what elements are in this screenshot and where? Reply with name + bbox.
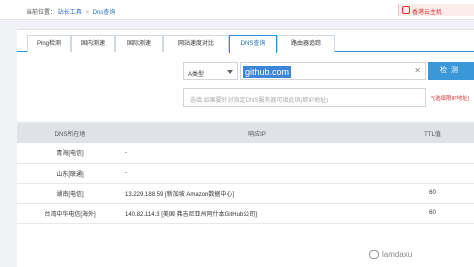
cell-ip: 13.229.188.59 [新加坡 Amazon数据中心] — [123, 183, 391, 204]
dns-server-placeholder: 选填,如果要针对指定DNS服务器可填此项(即IP地址) — [190, 98, 329, 104]
breadcrumb-home-link[interactable]: 站长工具 — [58, 10, 82, 16]
top-bar: 当前位置： 站长工具 > Dns查询 香港云主机 — [0, 0, 474, 20]
record-type-select[interactable]: A类型 — [183, 62, 238, 80]
results-table-wrapper: DNS所在地 响应IP TTL值 青海[电信] - 山东[联通] - 湖南[电信… — [17, 123, 474, 267]
table-row: 湖南[电信] 13.229.188.59 [新加坡 Amazon数据中心] 60 — [17, 183, 474, 204]
cell-ttl — [391, 143, 474, 164]
tab-international-speed[interactable]: 国际测速 — [115, 35, 163, 52]
tab-domestic-speed[interactable]: 国内测速 — [71, 35, 115, 52]
table-header-row: DNS所在地 响应IP TTL值 — [17, 123, 474, 143]
table-row: 台湾中华电信[海外] 140.82.114.3 [美国 弗吉尼亚州阿什本GitH… — [17, 203, 474, 224]
check-button[interactable]: 检测 — [428, 62, 474, 80]
tab-bar: Ping检测 国内测速 国际测速 网站速度对比 DNS查询 路由器追踪 — [17, 35, 474, 53]
cell-location: 山东[联通] — [17, 163, 123, 184]
wechat-icon — [369, 250, 379, 259]
host-value: github.com — [243, 66, 292, 78]
cell-ip: - — [123, 163, 391, 184]
column-header-ip: 响应IP — [123, 123, 391, 143]
watermark: lamdaxu — [382, 250, 413, 259]
breadcrumb-prefix: 当前位置： — [26, 10, 57, 16]
tab-dns-query[interactable]: DNS查询 — [229, 35, 277, 53]
cell-ip: - — [123, 143, 391, 164]
record-type-value: A类型 — [188, 72, 205, 78]
breadcrumb-current[interactable]: Dns查询 — [93, 10, 116, 16]
dns-server-hint: *(选填限IP地址) — [431, 96, 470, 102]
table-row: 山东[联通] - — [17, 163, 474, 184]
tab-traceroute[interactable]: 路由器追踪 — [277, 35, 335, 52]
promo-text: 香港云主机 — [412, 10, 443, 16]
column-header-location: DNS所在地 — [17, 123, 123, 143]
breadcrumb-separator: > — [85, 10, 89, 16]
cell-ttl: 60 — [391, 203, 474, 224]
cell-location: 青海[电信] — [17, 143, 123, 164]
tab-ping[interactable]: Ping检测 — [27, 35, 71, 52]
clear-icon[interactable]: ✕ — [414, 66, 421, 75]
breadcrumb: 当前位置： 站长工具 > Dns查询 — [26, 7, 115, 16]
cell-ip: 140.82.114.3 [美国 弗吉尼亚州阿什本GitHub公司] — [123, 203, 391, 224]
cell-location: 湖南[电信] — [17, 183, 123, 204]
table-row: 青海[电信] - — [17, 143, 474, 164]
host-input[interactable]: github.com ✕ — [240, 62, 426, 80]
chevron-down-icon — [227, 70, 233, 74]
promo-icon — [402, 6, 410, 14]
tab-site-speed-compare[interactable]: 网站速度对比 — [163, 35, 229, 52]
cell-ttl — [391, 163, 474, 184]
cell-ttl: 60 — [391, 183, 474, 204]
column-header-ttl: TTL值 — [391, 123, 474, 143]
cell-location: 台湾中华电信[海外] — [17, 203, 123, 224]
results-table: DNS所在地 响应IP TTL值 青海[电信] - 山东[联通] - 湖南[电信… — [17, 123, 474, 224]
promo-banner[interactable]: 香港云主机 — [398, 4, 474, 16]
dns-server-input[interactable]: 选填,如果要针对指定DNS服务器可填此项(即IP地址) — [183, 88, 426, 107]
